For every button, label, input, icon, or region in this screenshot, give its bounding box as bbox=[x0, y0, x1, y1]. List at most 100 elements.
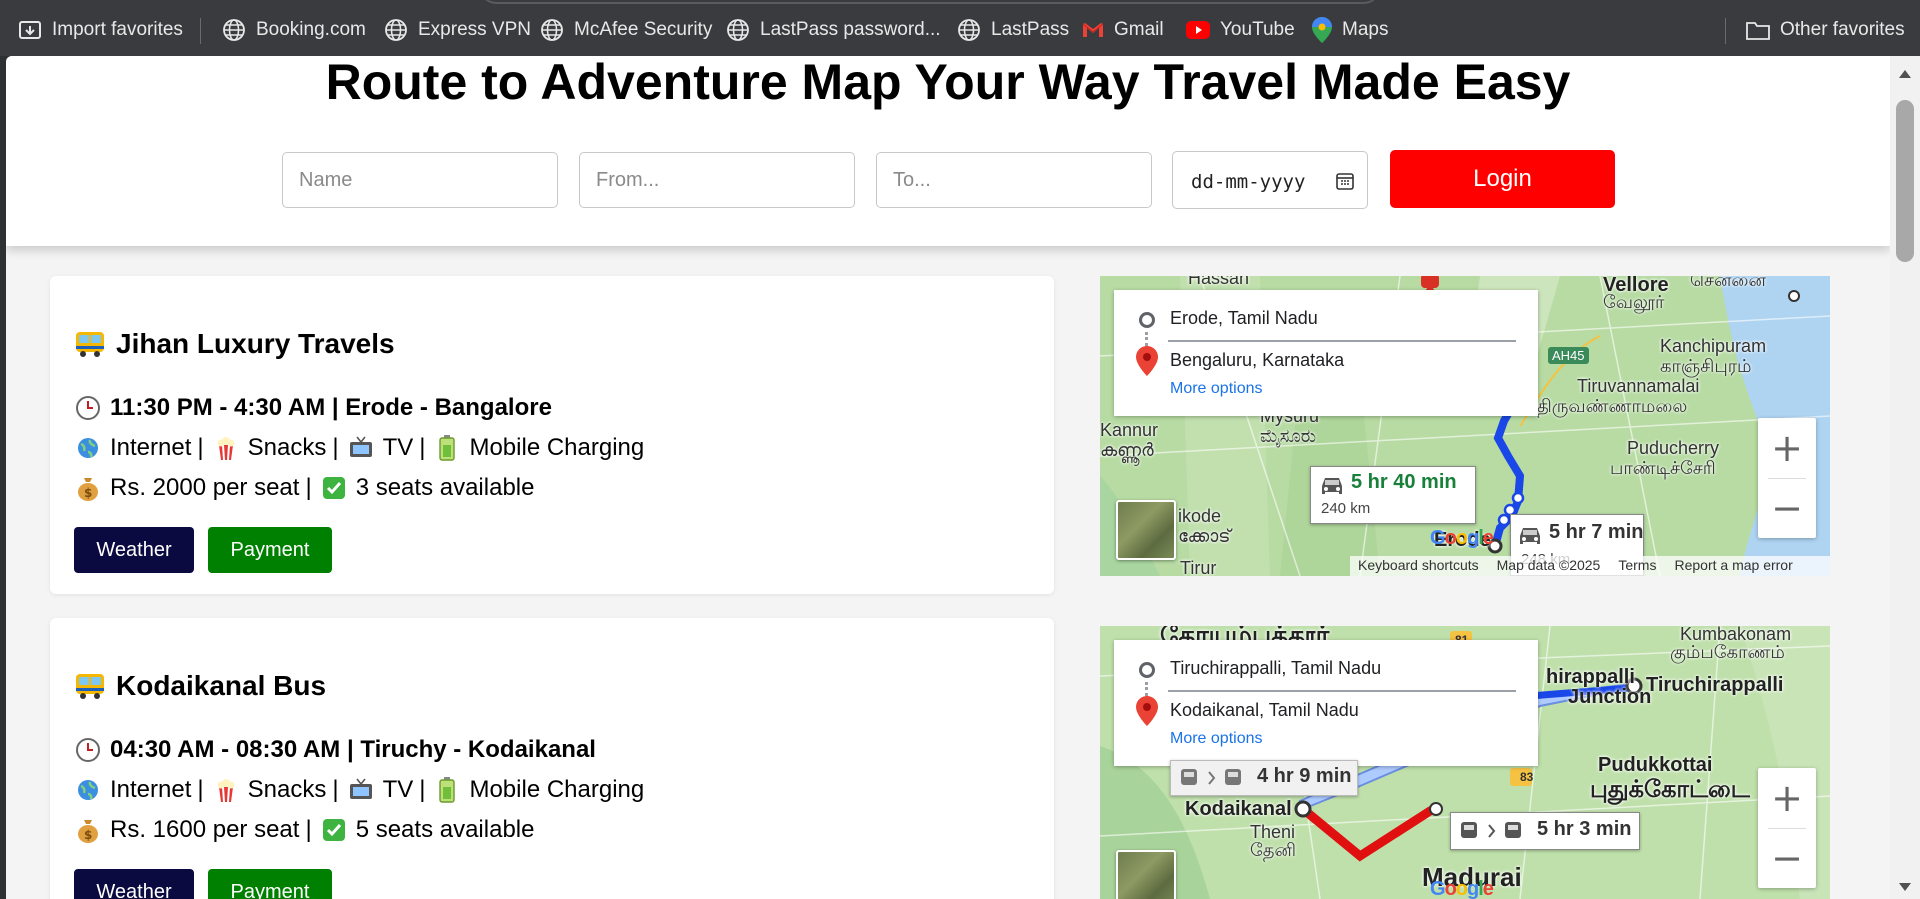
route-distance: 240 km bbox=[1321, 500, 1371, 517]
price-text: Rs. 1600 per seat bbox=[110, 816, 300, 843]
divider bbox=[1168, 340, 1516, 342]
route-duration: 4 hr 9 min bbox=[1257, 765, 1352, 787]
zoom-in-button[interactable]: + bbox=[1758, 418, 1816, 478]
scrollbar-thumb[interactable] bbox=[1896, 100, 1914, 262]
satellite-toggle[interactable] bbox=[1116, 850, 1176, 899]
separator: | bbox=[419, 776, 426, 803]
bookmark-booking[interactable]: Booking.com bbox=[222, 16, 366, 44]
directions-panel: Tiruchirappalli, Tamil Nadu Kodaikanal, … bbox=[1114, 640, 1538, 766]
bookmark-mcafee[interactable]: McAfee Security bbox=[540, 16, 712, 44]
map-label-tiruvannamalai-tamil: திருவண்ணாமலை bbox=[1537, 396, 1688, 416]
bookmark-label: Import favorites bbox=[52, 19, 183, 40]
bookmark-label: Express VPN bbox=[418, 19, 531, 40]
login-button[interactable]: Login bbox=[1390, 150, 1615, 208]
zoom-in-button[interactable]: + bbox=[1758, 768, 1816, 828]
weather-button[interactable]: Weather bbox=[74, 869, 194, 899]
divider bbox=[1168, 690, 1516, 692]
amenity-snacks: Snacks bbox=[247, 776, 327, 803]
map-label-kozhikode-ml: ക്കോട് bbox=[1178, 526, 1231, 546]
scroll-up-arrow-icon[interactable] bbox=[1899, 70, 1911, 78]
globe-icon bbox=[727, 19, 749, 41]
report-error-link[interactable]: Report a map error bbox=[1674, 557, 1792, 575]
train-bus-icon bbox=[1181, 769, 1241, 785]
zoom-out-button[interactable]: − bbox=[1758, 478, 1816, 538]
zoom-controls: + − bbox=[1758, 418, 1816, 538]
clock-icon bbox=[74, 736, 102, 764]
globe-icon bbox=[223, 19, 245, 41]
calendar-icon[interactable] bbox=[1335, 171, 1355, 191]
to-input[interactable] bbox=[876, 152, 1152, 208]
zoom-out-button[interactable]: − bbox=[1758, 828, 1816, 888]
terms-link[interactable]: Terms bbox=[1618, 557, 1656, 575]
bookmark-youtube[interactable]: YouTube bbox=[1186, 16, 1295, 44]
bookmark-gmail[interactable]: Gmail bbox=[1082, 16, 1164, 44]
bookmark-label: Booking.com bbox=[256, 19, 366, 40]
route-info-transit-alt[interactable]: 5 hr 3 min bbox=[1450, 812, 1640, 850]
separator: | bbox=[305, 474, 312, 501]
route-info-primary[interactable]: 5 hr 40 min 240 km bbox=[1310, 466, 1476, 524]
amenity-charging: Mobile Charging bbox=[469, 434, 645, 461]
bus-title: Jihan Luxury Travels bbox=[74, 328, 395, 360]
gmail-icon bbox=[1082, 23, 1104, 37]
separator: | bbox=[197, 434, 204, 461]
map-data-text: Map data ©2025 bbox=[1496, 557, 1601, 573]
bookmark-other-favorites[interactable]: Other favorites bbox=[1746, 16, 1905, 44]
maps-pin-icon bbox=[1312, 17, 1332, 43]
check-icon bbox=[320, 816, 348, 844]
bookmark-import-favorites[interactable]: Import favorites bbox=[18, 16, 183, 44]
amenity-charging: Mobile Charging bbox=[469, 776, 645, 803]
map-label-pudukkottai-tamil: புதுக்கோட்டை bbox=[1590, 776, 1750, 803]
globe-icon bbox=[74, 434, 102, 462]
bookmark-maps[interactable]: Maps bbox=[1312, 16, 1388, 44]
import-icon bbox=[19, 21, 41, 39]
route-map[interactable]: Hassan Vellore சென்னை வேலூர் AH45 Kanchi… bbox=[1100, 276, 1830, 576]
globe-icon bbox=[385, 19, 407, 41]
map-label-tiruvannamalai: Tiruvannamalai bbox=[1577, 376, 1700, 396]
highway-badge-83: 83 bbox=[1520, 770, 1534, 784]
name-input[interactable] bbox=[282, 152, 558, 208]
separator: | bbox=[419, 434, 426, 461]
keyboard-shortcuts-link[interactable]: Keyboard shortcuts bbox=[1358, 557, 1479, 575]
schedule-line: 11:30 PM - 4:30 AM | Erode - Bangalore bbox=[74, 394, 552, 422]
map-label-pudukkottai: Pudukkottai bbox=[1598, 754, 1713, 776]
bus-name: Jihan Luxury Travels bbox=[116, 328, 395, 359]
route-info-transit[interactable]: 4 hr 9 min bbox=[1170, 760, 1358, 796]
amenities-line: Internet | Snacks | TV | Mobile Charging bbox=[74, 434, 644, 462]
bookmark-lastpass-manager[interactable]: LastPass password... bbox=[726, 16, 941, 44]
bus-title: Kodaikanal Bus bbox=[74, 670, 326, 702]
seats-text: 3 seats available bbox=[355, 474, 535, 501]
payment-button[interactable]: Payment bbox=[208, 869, 332, 899]
schedule-line: 04:30 AM - 08:30 AM | Tiruchy - Kodaikan… bbox=[74, 736, 596, 764]
bus-card: Jihan Luxury Travels 11:30 PM - 4:30 AM … bbox=[50, 276, 1054, 594]
bus-icon bbox=[76, 674, 104, 699]
payment-button[interactable]: Payment bbox=[208, 527, 332, 573]
map-label-kanchipuram: Kanchipuram bbox=[1660, 336, 1767, 356]
bookmark-express-vpn[interactable]: Express VPN bbox=[384, 16, 531, 44]
weather-button[interactable]: Weather bbox=[74, 527, 194, 573]
bookmark-label: YouTube bbox=[1220, 19, 1295, 40]
map-footer: Keyboard shortcuts Map data ©2025 Terms … bbox=[1350, 556, 1830, 576]
satellite-toggle[interactable] bbox=[1116, 500, 1176, 560]
date-input[interactable]: dd-mm-yyyy bbox=[1172, 151, 1368, 209]
scroll-down-arrow-icon[interactable] bbox=[1899, 883, 1911, 891]
popcorn-icon bbox=[212, 434, 240, 462]
price-line: $ Rs. 2000 per seat | 3 seats available bbox=[74, 474, 534, 502]
page-header: Route to Adventure Map Your Way Travel M… bbox=[6, 56, 1890, 246]
google-logo: Google bbox=[1430, 527, 1494, 549]
page-scrollbar[interactable] bbox=[1890, 56, 1920, 899]
price-text: Rs. 2000 per seat bbox=[110, 474, 300, 501]
more-options-link[interactable]: More options bbox=[1170, 380, 1263, 398]
bookmark-label: Maps bbox=[1342, 19, 1389, 40]
bookmark-lastpass[interactable]: LastPass bbox=[957, 16, 1069, 44]
youtube-icon bbox=[1186, 21, 1210, 39]
from-input[interactable] bbox=[579, 152, 855, 208]
car-icon bbox=[1322, 478, 1342, 494]
route-destination: Bengaluru, Karnataka bbox=[1170, 350, 1345, 370]
more-options-link[interactable]: More options bbox=[1170, 730, 1263, 748]
bookmark-label: Other favorites bbox=[1780, 19, 1905, 40]
map-label-tiruchirappalli: Tiruchirappalli bbox=[1646, 674, 1784, 696]
map-label-kozhikode: ikode bbox=[1178, 506, 1222, 526]
route-map[interactable]: 83 81 கோயம்புத்தூர் Kumbakonam கும்பகோணம… bbox=[1100, 626, 1830, 899]
map-label-mysuru-kannada: ಮೈಸೂರು bbox=[1260, 426, 1316, 446]
route-destination: Kodaikanal, Tamil Nadu bbox=[1170, 700, 1359, 720]
